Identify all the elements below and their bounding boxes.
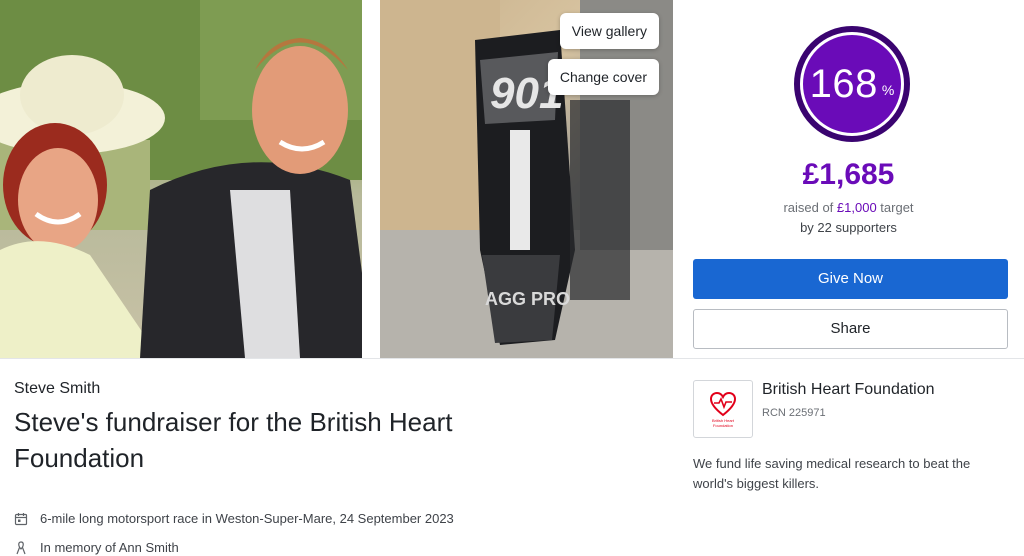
target-suffix: target xyxy=(876,200,914,215)
cover-gallery: 901 AGG PRO View gallery Change cover xyxy=(0,0,673,358)
raised-amount: £1,685 xyxy=(802,158,895,191)
supporters-prefix: by xyxy=(800,220,818,235)
donation-panel: 168 % £1,685 raised of £1,000 target by … xyxy=(673,0,1024,358)
fundraiser-owner: Steve Smith xyxy=(14,380,101,397)
svg-text:AGG PRO: AGG PRO xyxy=(485,289,570,309)
memory-detail: In memory of Ann Smith xyxy=(14,540,179,555)
section-divider xyxy=(0,358,1024,359)
gallery-gap xyxy=(373,0,380,358)
target-prefix: raised of xyxy=(783,200,837,215)
charity-name[interactable]: British Heart Foundation xyxy=(762,381,935,399)
give-now-button[interactable]: Give Now xyxy=(693,259,1008,299)
cover-photo-motorbike[interactable]: 901 AGG PRO View gallery Change cover xyxy=(380,0,673,358)
page-title: Steve's fundraiser for the British Heart… xyxy=(14,407,453,473)
progress-percent-value: 168 xyxy=(809,61,878,106)
target-amount: £1,000 xyxy=(836,200,877,215)
cover-photo-people[interactable] xyxy=(0,0,373,358)
progress-percentage: 168 % xyxy=(794,26,910,142)
calendar-icon xyxy=(14,512,28,526)
event-detail: 6-mile long motorsport race in Weston-Su… xyxy=(14,511,454,526)
memory-text: In memory of Ann Smith xyxy=(40,540,179,555)
heart-logo-icon xyxy=(709,391,737,416)
share-button[interactable]: Share xyxy=(693,309,1008,349)
supporters-suffix: supporters xyxy=(831,220,897,235)
charity-description: We fund life saving medical research to … xyxy=(693,456,971,491)
change-cover-button[interactable]: Change cover xyxy=(547,59,659,95)
supporters-count: 22 xyxy=(817,220,832,235)
ribbon-icon xyxy=(14,540,28,555)
charity-rcn: RCN 225971 xyxy=(762,407,826,419)
photo-motorbike-illustration: 901 AGG PRO xyxy=(380,0,673,358)
view-gallery-button[interactable]: View gallery xyxy=(559,13,659,49)
event-text: 6-mile long motorsport race in Weston-Su… xyxy=(40,511,454,526)
supporters-line: by 22 supporters xyxy=(673,220,1024,235)
photo-people-illustration xyxy=(0,0,373,358)
charity-logo[interactable]: British Heart Foundation xyxy=(693,380,753,438)
charity-logo-text: British Heart Foundation xyxy=(711,417,734,428)
target-line: raised of £1,000 target xyxy=(673,200,1024,215)
progress-percent-sign: % xyxy=(881,82,895,98)
